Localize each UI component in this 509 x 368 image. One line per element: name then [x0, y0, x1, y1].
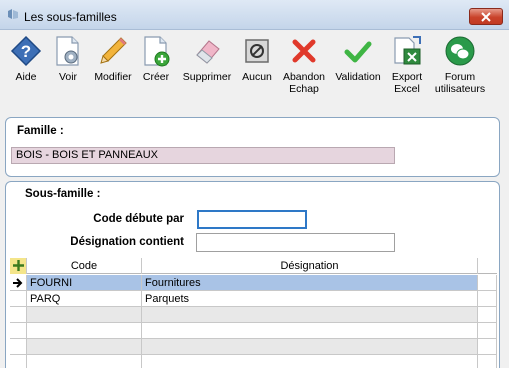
designation-filter-label: Désignation contient: [70, 236, 184, 248]
row-code[interactable]: [27, 339, 142, 355]
pencil-icon: [100, 37, 127, 64]
modify-button[interactable]: Modifier: [92, 35, 134, 83]
create-label: Créer: [142, 71, 170, 83]
add-row-icon: [12, 260, 24, 271]
table-row[interactable]: [10, 323, 497, 339]
row-designation[interactable]: [142, 339, 478, 355]
close-icon: [481, 11, 491, 22]
table-row[interactable]: FOURNI Fournitures: [10, 275, 497, 291]
export-excel-label: Export Excel: [391, 71, 423, 95]
column-header-designation[interactable]: Désignation: [142, 258, 478, 274]
row-designation[interactable]: [142, 323, 478, 339]
help-button[interactable]: ? Aide: [8, 35, 44, 83]
row-code[interactable]: FOURNI: [27, 275, 142, 291]
code-filter-label: Code débute par: [93, 213, 184, 225]
famille-label: Famille :: [17, 125, 64, 137]
help-icon: ?: [10, 35, 42, 67]
view-label: Voir: [58, 71, 78, 83]
close-button[interactable]: [469, 8, 503, 25]
forum-label: Forum utilisateurs: [434, 71, 486, 95]
famille-field: BOIS - BOIS ET PANNEAUX: [11, 147, 395, 164]
table-row[interactable]: [10, 339, 497, 355]
forum-icon: [445, 36, 475, 66]
row-designation[interactable]: [142, 355, 478, 368]
validate-button[interactable]: Validation: [334, 35, 382, 83]
grid-header: Code Désignation: [10, 258, 497, 274]
column-header-spacer: [478, 258, 497, 274]
sous-familles-grid: Code Désignation FOURNI Fournitures PARQ…: [10, 258, 497, 368]
validate-label: Validation: [335, 71, 381, 83]
delete-button[interactable]: Supprimer: [181, 35, 233, 83]
view-button[interactable]: Voir: [52, 35, 84, 83]
row-pointer-icon: [10, 275, 27, 291]
cancel-label: Abandon Echap: [282, 71, 326, 95]
code-filter-input[interactable]: [197, 210, 307, 229]
column-header-code[interactable]: Code: [27, 258, 142, 274]
cancel-icon: [292, 39, 316, 63]
cancel-button[interactable]: Abandon Echap: [281, 35, 327, 95]
row-code[interactable]: [27, 307, 142, 323]
row-designation[interactable]: Fournitures: [142, 275, 478, 291]
eraser-icon: [196, 40, 220, 64]
table-row[interactable]: [10, 355, 497, 368]
none-icon: [245, 39, 269, 63]
window-title: Les sous-familles: [24, 10, 117, 24]
designation-filter-input[interactable]: [196, 233, 395, 252]
row-designation[interactable]: [142, 307, 478, 323]
row-designation[interactable]: Parquets: [142, 291, 478, 307]
create-button[interactable]: Créer: [140, 35, 172, 83]
toolbar: ? Aide Voir Modifier Créer Supprimer Auc…: [0, 30, 509, 110]
row-code[interactable]: PARQ: [27, 291, 142, 307]
export-excel-button[interactable]: Export Excel: [389, 35, 425, 95]
title-bar: Les sous-familles: [0, 0, 509, 30]
excel-export-icon: [394, 36, 421, 65]
checkmark-icon: [344, 41, 372, 63]
new-document-icon: [144, 36, 170, 67]
row-code[interactable]: [27, 355, 142, 368]
view-icon: [56, 36, 79, 66]
table-row[interactable]: [10, 307, 497, 323]
none-label: Aucun: [242, 71, 272, 83]
sous-famille-label: Sous-famille :: [25, 188, 101, 200]
app-icon: [8, 9, 18, 19]
row-code[interactable]: [27, 323, 142, 339]
forum-button[interactable]: Forum utilisateurs: [433, 35, 487, 95]
modify-label: Modifier: [94, 71, 132, 83]
svg-text:?: ?: [21, 42, 31, 61]
table-row[interactable]: PARQ Parquets: [10, 291, 497, 307]
delete-label: Supprimer: [182, 71, 232, 83]
help-label: Aide: [15, 71, 37, 83]
add-row-button[interactable]: [10, 258, 27, 274]
none-button[interactable]: Aucun: [240, 35, 274, 83]
